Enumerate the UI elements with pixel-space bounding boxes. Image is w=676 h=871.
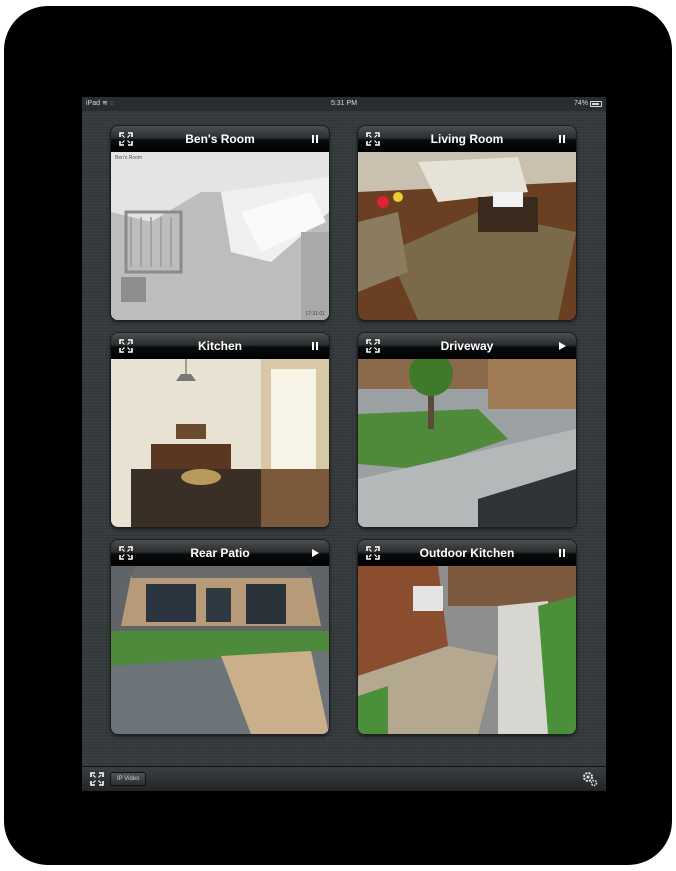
- fullscreen-icon[interactable]: [119, 132, 133, 146]
- camera-feed[interactable]: Ben's Room 17:31:01: [111, 152, 329, 320]
- pause-icon[interactable]: [557, 548, 567, 558]
- fullscreen-icon[interactable]: [119, 339, 133, 353]
- battery-percent: 74%: [573, 100, 588, 107]
- camera-tile-driveway[interactable]: Driveway: [358, 333, 576, 527]
- camera-header: Kitchen: [111, 333, 329, 359]
- camera-feed[interactable]: [358, 359, 576, 527]
- camera-header: Rear Patio: [111, 540, 329, 566]
- pause-icon[interactable]: [557, 134, 567, 144]
- fullscreen-icon[interactable]: [366, 339, 380, 353]
- camera-title: Ben's Room: [185, 132, 255, 146]
- camera-header: Living Room: [358, 126, 576, 152]
- camera-header: Driveway: [358, 333, 576, 359]
- camera-tile-rear-patio[interactable]: Rear Patio: [111, 540, 329, 734]
- feed-image: [358, 152, 576, 320]
- fullscreen-icon[interactable]: [366, 546, 380, 560]
- camera-title: Living Room: [430, 132, 504, 146]
- feed-image: [111, 566, 329, 734]
- fullscreen-icon[interactable]: [90, 772, 104, 786]
- app-screen: iPad ≋ ◌ 5:31 PM 74% Ben's Room Ben's Ro…: [82, 97, 606, 789]
- gear-icon[interactable]: [582, 771, 598, 787]
- camera-title: Driveway: [440, 339, 494, 353]
- camera-title: Outdoor Kitchen: [419, 546, 515, 560]
- fullscreen-icon[interactable]: [119, 546, 133, 560]
- camera-feed[interactable]: [358, 566, 576, 734]
- play-icon[interactable]: [557, 341, 567, 351]
- camera-feed[interactable]: [111, 566, 329, 734]
- camera-header: Outdoor Kitchen: [358, 540, 576, 566]
- camera-feed[interactable]: [358, 152, 576, 320]
- feed-image: [358, 359, 576, 527]
- feed-image: [358, 566, 576, 734]
- camera-title: Rear Patio: [190, 546, 250, 560]
- feed-overlay-label: Ben's Room: [115, 155, 143, 161]
- camera-tile-outdoor-kitchen[interactable]: Outdoor Kitchen: [358, 540, 576, 734]
- status-battery: 74%: [574, 97, 602, 111]
- bottom-toolbar: IP Video: [82, 766, 606, 791]
- ip-video-button[interactable]: IP Video: [110, 772, 147, 786]
- status-time: 5:31 PM: [330, 100, 358, 107]
- status-bar: iPad ≋ ◌ 5:31 PM 74%: [82, 97, 606, 111]
- camera-tile-kitchen[interactable]: Kitchen: [111, 333, 329, 527]
- pause-icon[interactable]: [310, 341, 320, 351]
- camera-header: Ben's Room: [111, 126, 329, 152]
- pause-icon[interactable]: [310, 134, 320, 144]
- camera-tile-living-room[interactable]: Living Room: [358, 126, 576, 320]
- feed-overlay-time: 17:31:01: [305, 311, 325, 317]
- fullscreen-icon[interactable]: [366, 132, 380, 146]
- camera-title: Kitchen: [197, 339, 242, 353]
- play-icon[interactable]: [310, 548, 320, 558]
- camera-tile-bens-room[interactable]: Ben's Room Ben's Room 17:31:01: [111, 126, 329, 320]
- battery-icon: [590, 101, 602, 107]
- camera-feed[interactable]: [111, 359, 329, 527]
- feed-image: [111, 152, 329, 320]
- feed-image: [111, 359, 329, 527]
